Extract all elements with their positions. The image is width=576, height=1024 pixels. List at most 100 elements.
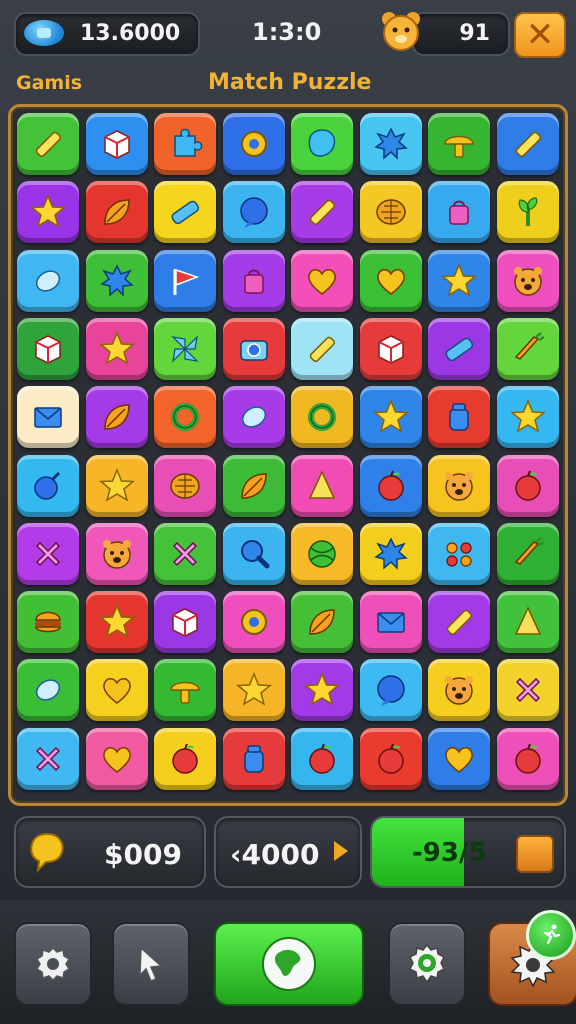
leaf-icon — [240, 472, 267, 499]
tile-pinwheel[interactable] — [154, 317, 216, 380]
tile-bag[interactable] — [222, 249, 285, 312]
tile-leaf[interactable] — [222, 454, 285, 517]
tile-pencil[interactable] — [428, 591, 490, 654]
tile-apple[interactable] — [154, 727, 216, 790]
box-icon — [172, 608, 198, 637]
tile-face[interactable] — [85, 522, 148, 585]
runner-badge[interactable] — [526, 910, 576, 960]
tile-bubble[interactable] — [222, 181, 285, 244]
play-globe-icon — [262, 937, 316, 991]
tile-envelope[interactable] — [17, 386, 79, 449]
tile-cone[interactable] — [496, 591, 559, 654]
tile-heart[interactable] — [428, 727, 490, 790]
tile-leaf[interactable] — [291, 591, 353, 654]
tile-ring[interactable] — [291, 386, 353, 449]
tile-apple[interactable] — [496, 454, 559, 517]
tile-face[interactable] — [428, 454, 490, 517]
star-icon — [441, 262, 477, 297]
tile-search[interactable] — [222, 522, 285, 585]
tile-apple[interactable] — [496, 727, 559, 790]
tile-leaf[interactable] — [85, 386, 148, 449]
tile-carrot[interactable] — [496, 522, 559, 585]
tile-box[interactable] — [85, 113, 148, 175]
splat-icon — [373, 537, 408, 570]
tile-leaf[interactable] — [85, 181, 148, 244]
tile-bag[interactable] — [428, 181, 490, 244]
tile-box[interactable] — [17, 317, 79, 380]
tile-bubble[interactable] — [359, 659, 422, 722]
tile-pencil[interactable] — [291, 317, 353, 380]
tile-carrot[interactable] — [496, 317, 559, 380]
tile-mushroom[interactable] — [154, 659, 216, 722]
bear-icon — [382, 12, 420, 51]
tile-cross[interactable] — [17, 522, 79, 585]
tile-burger[interactable] — [17, 591, 79, 654]
tile-star[interactable] — [291, 659, 353, 722]
tile-cross[interactable] — [17, 727, 79, 790]
tile-star[interactable] — [85, 454, 148, 517]
tile-pencil[interactable] — [496, 113, 559, 175]
tile-camera[interactable] — [222, 317, 285, 380]
tile-envelope[interactable] — [359, 591, 422, 654]
tile-cross[interactable] — [154, 522, 216, 585]
tile-eraser[interactable] — [154, 181, 216, 244]
game-board — [8, 104, 568, 806]
pointer-button[interactable] — [112, 922, 190, 1006]
tile-gear[interactable] — [222, 591, 285, 654]
tile-apple[interactable] — [359, 727, 422, 790]
tile-star[interactable] — [85, 591, 148, 654]
play-button[interactable] — [214, 922, 364, 1006]
tile-splat[interactable] — [359, 113, 422, 175]
cross-icon — [35, 746, 61, 771]
money-value: $009 — [104, 838, 182, 871]
tile-cone[interactable] — [291, 454, 353, 517]
tile-heart[interactable] — [291, 249, 353, 312]
envelope-icon — [376, 612, 405, 633]
tile-star[interactable] — [85, 317, 148, 380]
tile-face[interactable] — [496, 249, 559, 312]
tile-heart[interactable] — [85, 727, 148, 790]
tile-ring[interactable] — [154, 386, 216, 449]
eraser-icon — [171, 200, 200, 225]
tile-gem[interactable] — [17, 249, 79, 312]
tile-splat[interactable] — [359, 522, 422, 585]
tile-star[interactable] — [359, 386, 422, 449]
tile-jar[interactable] — [428, 386, 490, 449]
tile-bomb[interactable] — [17, 454, 79, 517]
tile-star[interactable] — [496, 386, 559, 449]
tile-star[interactable] — [17, 181, 79, 244]
tile-shell[interactable] — [359, 181, 422, 244]
close-button[interactable]: ✕ — [514, 12, 566, 58]
tile-puzzle[interactable] — [154, 113, 216, 175]
tile-face[interactable] — [428, 659, 490, 722]
tile-pencil[interactable] — [291, 181, 353, 244]
game-label: Gamis — [16, 72, 83, 94]
tile-mushroom[interactable] — [428, 113, 490, 175]
tile-gem[interactable] — [17, 659, 79, 722]
tile-blob[interactable] — [291, 113, 353, 175]
tile-gem[interactable] — [222, 386, 285, 449]
tile-sprout[interactable] — [496, 181, 559, 244]
tile-box[interactable] — [154, 591, 216, 654]
tile-pencil[interactable] — [17, 113, 79, 175]
tile-heart[interactable] — [359, 249, 422, 312]
shield-icon[interactable] — [516, 835, 554, 873]
tile-dots[interactable] — [428, 522, 490, 585]
tile-eraser[interactable] — [428, 317, 490, 380]
settings-button[interactable] — [14, 922, 92, 1006]
target-button[interactable] — [388, 922, 466, 1006]
tile-apple[interactable] — [291, 727, 353, 790]
tile-shell[interactable] — [154, 454, 216, 517]
tile-flag[interactable] — [154, 249, 216, 312]
tile-apple[interactable] — [359, 454, 422, 517]
cross-icon — [172, 541, 198, 566]
tile-splat[interactable] — [85, 249, 148, 312]
tile-ball[interactable] — [291, 522, 353, 585]
tile-star[interactable] — [428, 249, 490, 312]
tile-heart[interactable] — [85, 659, 148, 722]
tile-gear[interactable] — [222, 113, 285, 175]
tile-cross[interactable] — [496, 659, 559, 722]
tile-jar[interactable] — [222, 727, 285, 790]
tile-box[interactable] — [359, 317, 422, 380]
tile-star[interactable] — [222, 659, 285, 722]
